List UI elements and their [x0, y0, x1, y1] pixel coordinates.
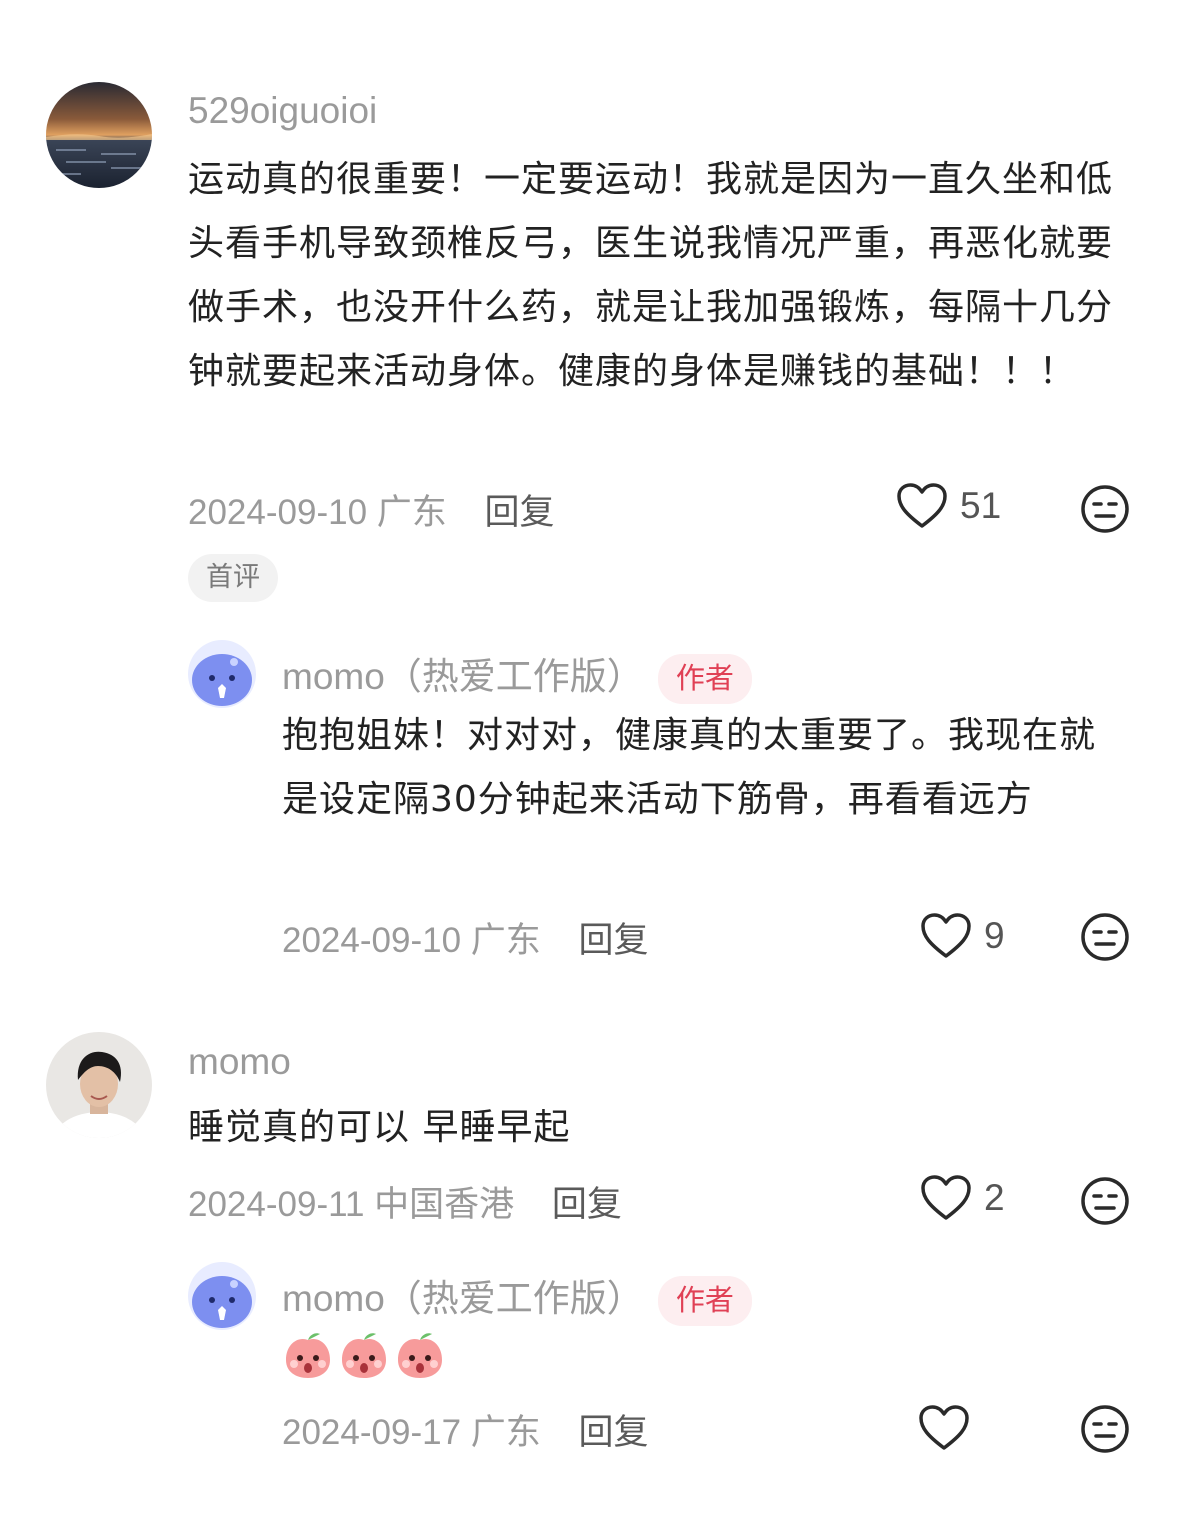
author-badge: 作者 — [657, 1276, 752, 1327]
reply-username-text: momo（热爱工作版） — [282, 1278, 644, 1319]
comment-text: 睡觉真的可以 早睡早起 — [188, 1107, 571, 1148]
woman-portrait-icon — [46, 1032, 152, 1138]
like-button[interactable]: 2 — [920, 1174, 1005, 1222]
sunset-sea-icon — [46, 82, 152, 188]
comment-date: 2024-09-10 — [188, 493, 368, 532]
comment-username[interactable]: momo — [188, 1041, 291, 1083]
avatar[interactable] — [188, 640, 256, 708]
emoji-reaction-button[interactable] — [1080, 1176, 1130, 1230]
avatar[interactable] — [188, 1262, 256, 1330]
first-comment-tag: 首评 — [188, 554, 278, 602]
like-button[interactable]: 9 — [920, 912, 1005, 960]
reply-username[interactable]: momo（热爱工作版） 作者 — [282, 1268, 752, 1327]
heart-icon — [921, 1175, 971, 1220]
reply-date: 2024-09-10 — [282, 921, 462, 960]
like-button[interactable]: 51 — [896, 482, 1001, 530]
reply-button[interactable]: 回复 — [485, 493, 555, 532]
heart-icon — [921, 913, 971, 958]
reply-username[interactable]: momo（热爱工作版） 作者 — [282, 646, 752, 705]
neutral-face-icon — [1081, 1177, 1129, 1225]
reply-meta: 2024-09-10 广东 回复 — [282, 912, 649, 963]
author-badge: 作者 — [657, 654, 752, 705]
reply-username-text: momo（热爱工作版） — [282, 656, 644, 697]
comment-date: 2024-09-11 — [188, 1185, 365, 1224]
reply-location: 广东 — [470, 921, 541, 960]
avatar[interactable] — [46, 1032, 152, 1138]
reply-button[interactable]: 回复 — [579, 921, 649, 960]
reply-text: 抱抱姐妹！对对对，健康真的太重要了。我现在就是设定隔30分钟起来活动下筋骨，再看… — [282, 715, 1097, 820]
cartoon-whale-icon — [188, 1262, 256, 1330]
emoji-reaction-button[interactable] — [1080, 912, 1130, 966]
neutral-face-icon — [1081, 485, 1129, 533]
emoji-reaction-button[interactable] — [1080, 484, 1130, 538]
peach-emoji-icon — [286, 1333, 330, 1378]
comment-meta: 2024-09-11 中国香港 回复 — [188, 1176, 622, 1227]
comment-location: 中国香港 — [374, 1185, 515, 1224]
like-count: 51 — [960, 485, 1002, 526]
cartoon-whale-icon — [188, 640, 256, 708]
comment-meta: 2024-09-10 广东 回复 — [188, 484, 555, 535]
avatar[interactable] — [46, 82, 152, 188]
comment-text: 运动真的很重要！一定要运动！我就是因为一直久坐和低头看手机导致颈椎反弓，医生说我… — [188, 159, 1114, 392]
sticker-row — [282, 1330, 446, 1382]
like-count: 2 — [984, 1177, 1005, 1218]
heart-icon — [919, 1405, 969, 1450]
comment-location: 广东 — [376, 493, 447, 532]
neutral-face-icon — [1081, 1405, 1129, 1453]
neutral-face-icon — [1081, 913, 1129, 961]
heart-icon — [897, 483, 947, 528]
comment-username[interactable]: 529oiguoioi — [188, 90, 377, 132]
reply-meta: 2024-09-17 广东 回复 — [282, 1404, 649, 1455]
reply-location: 广东 — [470, 1413, 541, 1452]
reply-button[interactable]: 回复 — [579, 1413, 649, 1452]
reply-date: 2024-09-17 — [282, 1413, 462, 1452]
emoji-reaction-button[interactable] — [1080, 1404, 1130, 1458]
peach-emoji-icon — [342, 1333, 386, 1378]
like-count: 9 — [984, 915, 1005, 956]
like-button[interactable] — [918, 1404, 970, 1452]
peach-emoji-icon — [398, 1333, 442, 1378]
reply-button[interactable]: 回复 — [552, 1185, 622, 1224]
